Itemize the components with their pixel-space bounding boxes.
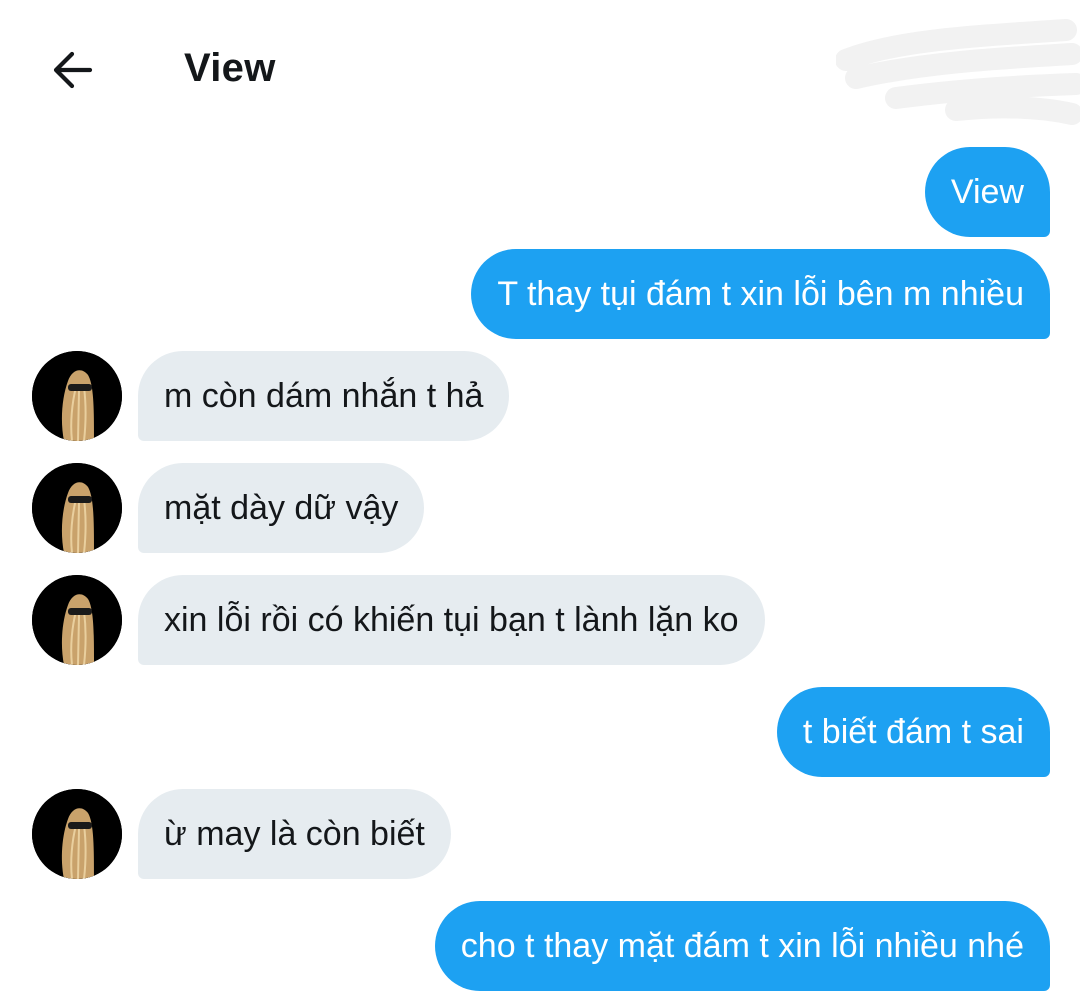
message-text: m còn dám nhắn t hả <box>164 376 484 415</box>
avatar-image <box>32 351 122 441</box>
message-text: View <box>950 172 1024 211</box>
redaction-scribble <box>836 19 1080 125</box>
back-button[interactable] <box>44 44 100 96</box>
page-title: View <box>184 46 276 90</box>
message-bubble-received[interactable]: m còn dám nhắn t hả <box>138 351 510 441</box>
message-bubble-received[interactable]: xin lỗi rồi có khiến tụi bạn t lành lặn … <box>138 575 765 665</box>
message-bubble-sent[interactable]: View <box>924 147 1050 237</box>
avatar-image <box>32 463 122 553</box>
user-avatar[interactable] <box>32 351 122 441</box>
message-bubble-sent[interactable]: cho t thay mặt đám t xin lỗi nhiều nhé <box>434 901 1050 991</box>
message-text: t biết đám t sai <box>802 712 1024 751</box>
message-text: xin lỗi rồi có khiến tụi bạn t lành lặn … <box>164 600 739 639</box>
message-bubble-received[interactable]: mặt dày dữ vậy <box>138 463 425 553</box>
message-text: cho t thay mặt đám t xin lỗi nhiều nhé <box>460 926 1024 965</box>
user-avatar[interactable] <box>32 463 122 553</box>
user-avatar[interactable] <box>32 575 122 665</box>
message-text: ừ may là còn biết <box>164 814 425 853</box>
arrow-left-icon <box>53 51 93 89</box>
user-avatar[interactable] <box>32 789 122 879</box>
message-bubble-sent[interactable]: T thay tụi đám t xin lỗi bên m nhiều <box>471 249 1050 339</box>
conversation-header: View <box>0 0 1080 140</box>
avatar-image <box>32 575 122 665</box>
message-text: mặt dày dữ vậy <box>164 488 399 527</box>
message-text: T thay tụi đám t xin lỗi bên m nhiều <box>497 274 1024 313</box>
message-bubble-received[interactable]: ừ may là còn biết <box>138 789 451 879</box>
avatar-image <box>32 789 122 879</box>
message-bubble-sent[interactable]: t biết đám t sai <box>776 687 1050 777</box>
